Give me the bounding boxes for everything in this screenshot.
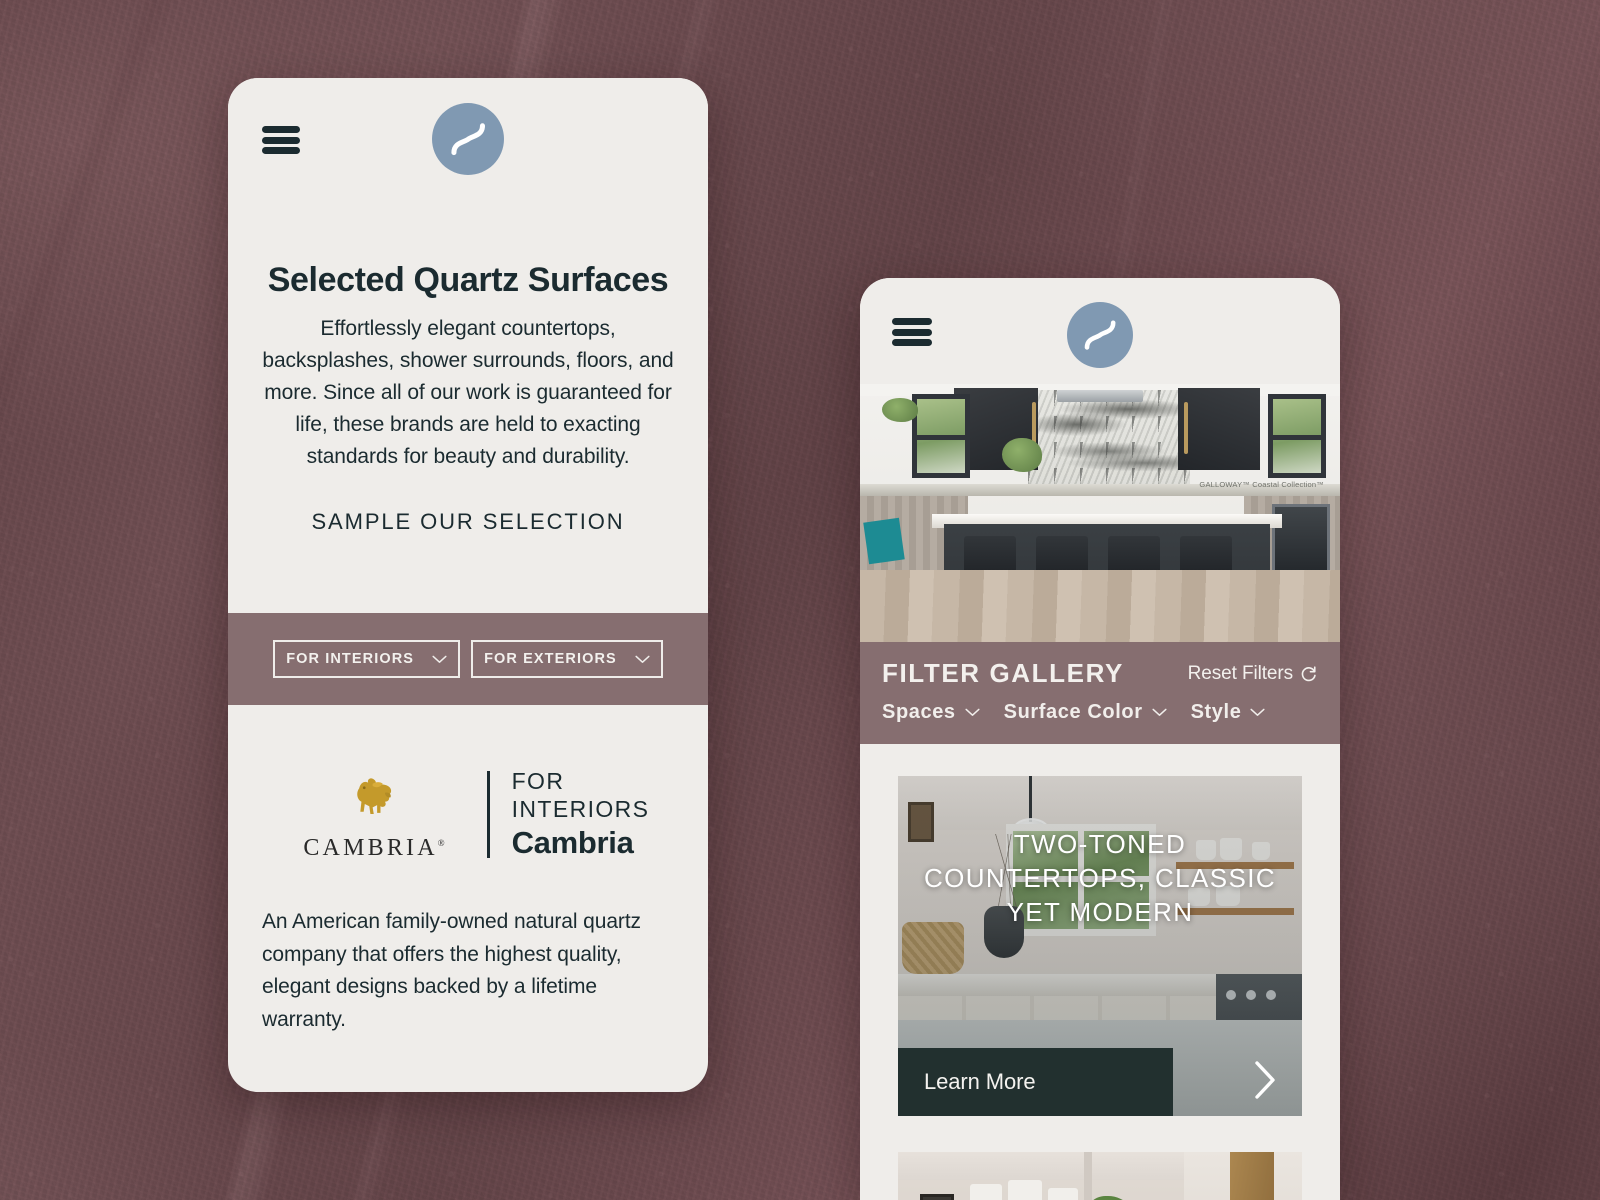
brand-row: CAMBRIA® FOR INTERIORS Cambria: [258, 767, 678, 862]
chevron-down-icon: [635, 655, 650, 664]
hamburger-bar: [262, 126, 300, 133]
learn-more-button[interactable]: Learn More: [898, 1048, 1173, 1116]
card-headline: TWO-TONED COUNTERTOPS, CLASSIC YET MODER…: [923, 829, 1277, 927]
for-exteriors-label: FOR EXTERIORS: [484, 651, 617, 668]
brand-block: CAMBRIA® FOR INTERIORS Cambria An Americ…: [228, 705, 708, 1036]
sample-our-selection-link[interactable]: SAMPLE OUR SELECTION: [311, 509, 624, 535]
page-title: Selected Quartz Surfaces: [267, 261, 669, 299]
photo-credit: GALLOWAY™ Coastal Collection™: [1199, 480, 1324, 489]
app-header-one: [228, 78, 708, 198]
filter-surface-color-label: Surface Color: [1003, 701, 1143, 723]
reset-filters-label: Reset Filters: [1187, 662, 1293, 684]
for-exteriors-dropdown[interactable]: FOR EXTERIORS: [471, 640, 663, 679]
gallery-filter-list: Spaces Surface Color Style: [882, 701, 1318, 724]
hamburger-bar: [892, 318, 932, 325]
filter-strip: FOR INTERIORS FOR EXTERIORS: [228, 613, 708, 706]
hero-kitchen-photo: GALLOWAY™ Coastal Collection™: [860, 384, 1340, 642]
cambria-wordmark: CAMBRIA®: [303, 835, 447, 862]
hamburger-menu-icon[interactable]: [892, 318, 932, 346]
filter-spaces-label: Spaces: [882, 701, 956, 723]
cambria-trademark: ®: [437, 838, 448, 849]
cambria-wordmark-text: CAMBRIA: [303, 835, 438, 862]
brand-label: FOR INTERIORS Cambria: [512, 768, 650, 861]
page-backdrop: Selected Quartz Surfaces Effortlessly el…: [0, 0, 1600, 1200]
wave-s-logo-icon[interactable]: [1067, 302, 1133, 368]
hero-section: Selected Quartz Surfaces Effortlessly el…: [228, 198, 708, 613]
hamburger-bar: [892, 339, 932, 346]
chevron-down-icon: [1152, 708, 1167, 717]
filter-style-dropdown[interactable]: Style: [1191, 701, 1266, 724]
gallery-card-list: TWO-TONED COUNTERTOPS, CLASSIC YET MODER…: [860, 744, 1340, 1200]
brand-description: An American family-owned natural quartz …: [262, 910, 641, 1031]
filter-gallery-bar: FILTER GALLERY Reset Filters Spaces Surf…: [860, 642, 1340, 744]
filter-surface-color-dropdown[interactable]: Surface Color: [1004, 701, 1167, 724]
for-interiors-label: FOR INTERIORS: [286, 651, 415, 668]
hero-description: Effortlessly elegant countertops, backsp…: [262, 316, 674, 469]
brand-name: Cambria: [511, 824, 634, 860]
filter-gallery-bar-top: FILTER GALLERY Reset Filters: [882, 658, 1318, 689]
hamburger-bar: [262, 136, 300, 144]
phone-mockup-one: Selected Quartz Surfaces Effortlessly el…: [228, 78, 708, 1092]
hamburger-bar: [262, 147, 300, 154]
cambria-dragon-icon: [347, 767, 405, 823]
filter-spaces-dropdown[interactable]: Spaces: [882, 701, 980, 724]
app-header-two: [860, 278, 1340, 384]
reset-circular-arrow-icon: [1300, 665, 1318, 683]
gallery-card[interactable]: TWO-TONED COUNTERTOPS, CLASSIC YET MODER…: [898, 776, 1302, 1116]
for-interiors-dropdown[interactable]: FOR INTERIORS: [273, 640, 461, 679]
chevron-down-icon: [432, 655, 447, 664]
brand-kicker-line-one: FOR: [511, 768, 565, 795]
brand-kicker-line-two: INTERIORS: [511, 795, 650, 822]
filter-gallery-title: FILTER GALLERY: [882, 658, 1124, 688]
reset-filters-button[interactable]: Reset Filters: [1188, 663, 1318, 685]
gallery-card[interactable]: [898, 1152, 1302, 1200]
wave-s-logo-icon[interactable]: [432, 103, 504, 175]
card-overlay-shade: [898, 1152, 1302, 1200]
chevron-down-icon: [1250, 708, 1265, 717]
chevron-down-icon: [965, 708, 980, 717]
chevron-right-icon[interactable]: [1250, 1058, 1280, 1102]
brand-divider: [486, 771, 490, 859]
kitchen-illustration: [860, 384, 1340, 642]
filter-style-label: Style: [1190, 701, 1242, 723]
cambria-logo: CAMBRIA®: [287, 767, 465, 862]
hamburger-bar: [892, 328, 932, 336]
phone-mockup-two: GALLOWAY™ Coastal Collection™ FILTER GAL…: [860, 278, 1340, 1200]
hamburger-menu-icon[interactable]: [262, 126, 300, 154]
